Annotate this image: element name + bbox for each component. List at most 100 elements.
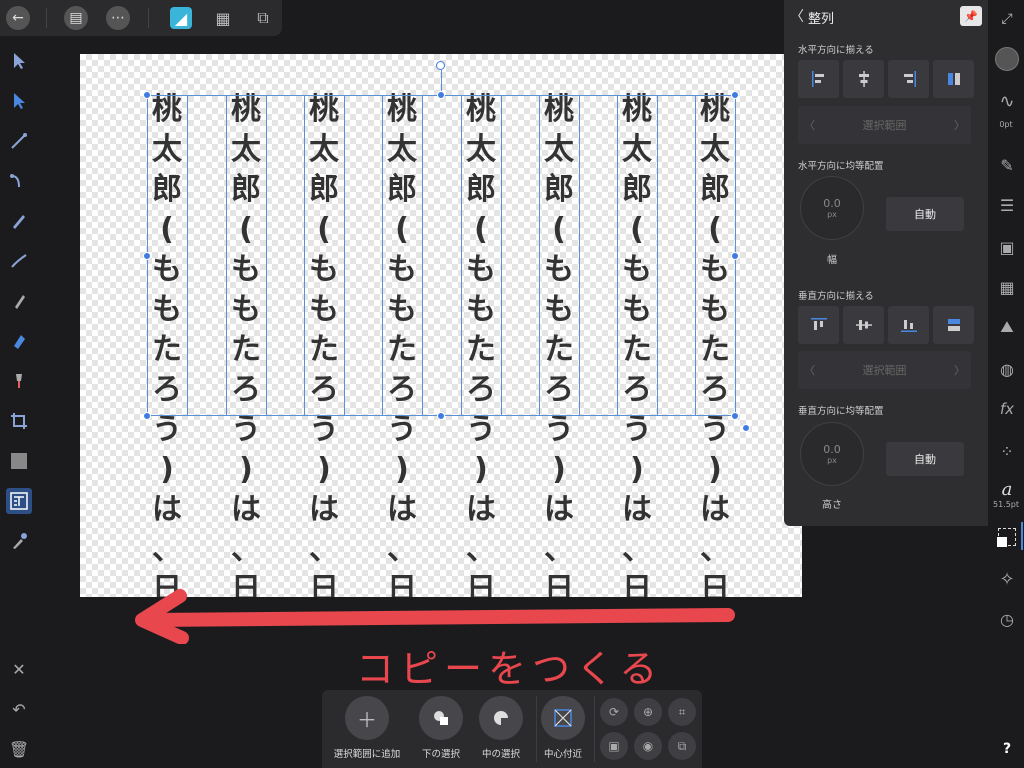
h-dial-caption: 幅 <box>827 255 837 266</box>
resize-handle[interactable] <box>731 252 739 260</box>
stroke-width-value: 0pt <box>999 120 1013 129</box>
v-auto-button[interactable]: 自動 <box>886 442 964 476</box>
align-v-spread-button[interactable] <box>933 306 974 344</box>
resize-handle[interactable] <box>731 412 739 420</box>
h-auto-button[interactable]: 自動 <box>886 197 964 231</box>
text-style-icon[interactable]: a <box>994 476 1020 502</box>
eye-icon[interactable]: ◉ <box>634 732 662 760</box>
select-inside-button[interactable]: 中の選択 <box>466 696 536 760</box>
h-select-value: 選択範囲 <box>862 119 907 132</box>
text-glyph: ) <box>395 452 409 487</box>
v-dial-caption: 高さ <box>822 500 842 511</box>
dial-value: 0.0 <box>823 197 841 210</box>
navigator-icon[interactable]: ✧ <box>994 566 1020 592</box>
align-top-button[interactable] <box>798 306 839 344</box>
frame-text-tool-icon[interactable] <box>6 488 32 514</box>
designer-persona-icon[interactable]: ◢ <box>170 7 192 29</box>
resize-handle[interactable] <box>143 252 151 260</box>
move-tool-icon[interactable] <box>6 48 32 74</box>
v-spacing-dial[interactable]: 0.0 px <box>800 422 864 486</box>
rotate-handle[interactable] <box>436 61 445 70</box>
text-glyph: う <box>700 412 730 447</box>
resize-handle[interactable] <box>143 412 151 420</box>
text-glyph: う <box>466 412 496 447</box>
pixel-persona-icon[interactable]: ▦ <box>212 7 234 29</box>
point-transform-icon[interactable] <box>6 128 32 154</box>
color-picker-icon[interactable] <box>6 528 32 554</box>
document-icon[interactable]: ▤ <box>64 6 88 30</box>
brush-icon[interactable]: ✎ <box>994 152 1020 178</box>
text-glyph: う <box>622 412 652 447</box>
grid-icon[interactable]: ▦ <box>994 274 1020 300</box>
near-center-button[interactable]: 中心付近 <box>528 696 598 760</box>
appearance-icon[interactable]: ◍ <box>994 356 1020 382</box>
column-selection-box <box>695 95 736 416</box>
align-left-button[interactable] <box>798 60 839 98</box>
text-glyph: は <box>387 492 417 527</box>
bounds-icon[interactable]: ⌗ <box>668 698 696 726</box>
pin-icon[interactable]: 📌 <box>960 6 982 26</box>
text-glyph: 、 <box>309 532 339 567</box>
crosshair-icon[interactable]: ⊕ <box>634 698 662 726</box>
copy-icon[interactable]: ⧉ <box>668 732 696 760</box>
pen-tool-icon[interactable] <box>6 208 32 234</box>
transform-panel-icon[interactable] <box>994 524 1020 550</box>
fullscreen-icon[interactable]: ⤢ <box>994 6 1020 32</box>
layers-icon[interactable]: ☰ <box>994 192 1020 218</box>
vector-brush-icon[interactable] <box>6 288 32 314</box>
h-spacing-dial[interactable]: 0.0 px <box>800 176 864 240</box>
chevron-left-icon[interactable]: 〈 <box>790 6 804 26</box>
effects-icon[interactable]: ▣ <box>994 234 1020 260</box>
left-toolbar: ✕ ↶ 🗑 <box>0 36 38 768</box>
back-icon[interactable]: ← <box>6 6 30 30</box>
annotation-text: コピーをつくる <box>356 647 664 691</box>
h-relative-select[interactable]: 〈 選択範囲 〉 <box>798 106 971 144</box>
align-center-button[interactable] <box>843 60 884 98</box>
trash-icon[interactable]: 🗑 <box>6 736 32 762</box>
resize-handle[interactable] <box>731 91 739 99</box>
text-glyph: は <box>700 492 730 527</box>
node-tool-icon[interactable] <box>6 88 32 114</box>
text-glyph: う <box>152 412 182 447</box>
v-relative-select[interactable]: 〈 選択範囲 〉 <box>798 351 971 389</box>
undo-icon[interactable]: ↶ <box>6 696 32 722</box>
resize-handle[interactable] <box>437 91 445 99</box>
color-swatch-icon[interactable] <box>994 46 1020 72</box>
fx-icon[interactable]: fx <box>994 396 1020 422</box>
assets-icon[interactable]: ⁘ <box>994 438 1020 464</box>
crop-tool-icon[interactable] <box>6 408 32 434</box>
snap-rotate-icon[interactable]: ⟳ <box>600 698 628 726</box>
text-glyph: ) <box>474 452 488 487</box>
frame-icon[interactable]: ▣ <box>600 732 628 760</box>
corner-tool-icon[interactable] <box>6 168 32 194</box>
fill-tool-icon[interactable] <box>6 328 32 354</box>
align-h-spread-button[interactable] <box>933 60 974 98</box>
chevron-right-icon: 〉 <box>954 364 965 377</box>
app-window: ← ▤ ⋯ ◢ ▦ ⧉ ✕ ↶ 🗑 桃太郎(ももたろう) は、日桃太郎(ももたろう… <box>0 0 1024 768</box>
export-persona-icon[interactable]: ⧉ <box>252 7 274 29</box>
text-glyph: 、 <box>544 532 574 567</box>
cancel-icon[interactable]: ✕ <box>6 656 32 682</box>
align-right-button[interactable] <box>888 60 929 98</box>
select-below-label: 下の選択 <box>421 749 460 760</box>
v-align-buttons <box>798 306 974 344</box>
chevron-left-icon: 〈 <box>804 364 815 377</box>
top-toolbar: ← ▤ ⋯ ◢ ▦ ⧉ <box>0 0 282 36</box>
text-glyph: は <box>309 492 339 527</box>
add-to-selection-button[interactable]: ＋ 選択範囲に追加 <box>332 696 402 760</box>
history-icon[interactable]: ◷ <box>994 606 1020 632</box>
align-bottom-button[interactable] <box>888 306 929 344</box>
text-glyph: は <box>231 492 261 527</box>
more-icon[interactable]: ⋯ <box>106 6 130 30</box>
align-middle-button[interactable] <box>843 306 884 344</box>
resize-handle[interactable] <box>143 91 151 99</box>
h-align-label: 水平方向に揃える <box>798 45 874 56</box>
shape-tool-icon[interactable] <box>6 448 32 474</box>
stroke-icon[interactable]: ∿ <box>994 88 1020 114</box>
resize-handle[interactable] <box>437 412 445 420</box>
image-icon[interactable]: ⛰ <box>994 314 1020 340</box>
transparency-tool-icon[interactable] <box>6 368 32 394</box>
help-icon[interactable]: ? <box>994 736 1020 762</box>
pencil-tool-icon[interactable] <box>6 248 32 274</box>
constrain-handle[interactable] <box>742 424 750 432</box>
